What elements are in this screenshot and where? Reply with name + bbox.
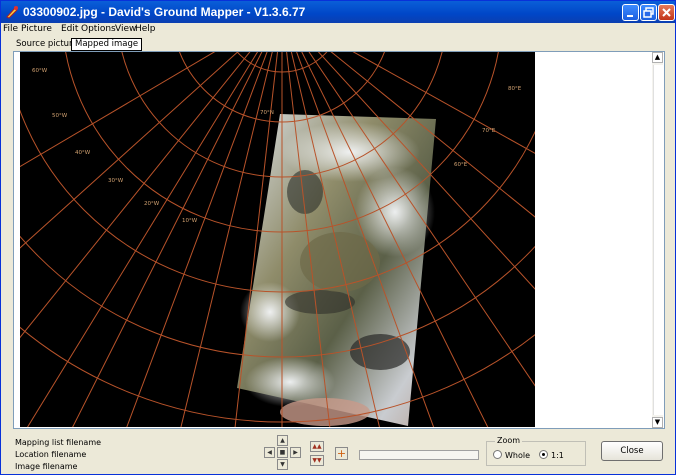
double-down-icon: ▼▼ bbox=[312, 457, 322, 464]
lon-label: 30°W bbox=[108, 178, 124, 184]
menu-file[interactable]: File bbox=[3, 24, 18, 34]
pan-up-button[interactable]: ▲ bbox=[277, 435, 288, 446]
restore-icon bbox=[643, 7, 654, 18]
center-icon: ■ bbox=[279, 449, 286, 456]
radio-selected-icon bbox=[539, 450, 548, 459]
zoom-whole-label: Whole bbox=[505, 451, 531, 460]
minimize-icon bbox=[627, 15, 633, 17]
minimize-button[interactable] bbox=[622, 4, 639, 21]
arrow-up-icon: ▲ bbox=[280, 437, 285, 444]
crosshair-icon: + bbox=[336, 447, 347, 460]
lon-label: 40°W bbox=[75, 150, 91, 156]
close-icon bbox=[662, 8, 671, 17]
pan-center-button[interactable]: ■ bbox=[277, 447, 288, 458]
pan-right-button[interactable]: ▶ bbox=[290, 447, 301, 458]
scroll-thumb[interactable] bbox=[653, 65, 663, 415]
radio-icon bbox=[493, 450, 502, 459]
double-up-icon: ▲▲ bbox=[312, 443, 322, 450]
lon-label: 60°W bbox=[32, 68, 48, 74]
menu-options[interactable]: Options bbox=[81, 24, 116, 34]
menu-edit[interactable]: Edit bbox=[61, 24, 78, 34]
close-window-button[interactable] bbox=[658, 4, 675, 21]
close-button[interactable]: Close bbox=[601, 441, 663, 461]
arrow-right-icon: ▶ bbox=[293, 449, 298, 456]
crosshair-button[interactable]: + bbox=[335, 447, 348, 460]
title-bar[interactable]: 03300902.jpg - David's Ground Mapper - V… bbox=[1, 1, 675, 23]
app-icon bbox=[6, 6, 18, 19]
zoom-group: Zoom Whole 1:1 bbox=[486, 436, 586, 466]
lon-label: 70°E bbox=[482, 128, 496, 134]
app-window: 03300902.jpg - David's Ground Mapper - V… bbox=[0, 0, 676, 475]
lon-label: 20°W bbox=[144, 201, 160, 207]
menu-bar: File Picture Edit Options View Help bbox=[1, 23, 675, 37]
window-title: 03300902.jpg - David's Ground Mapper - V… bbox=[23, 5, 306, 19]
menu-picture[interactable]: Picture bbox=[21, 24, 52, 34]
image-label: Image filename bbox=[15, 462, 78, 471]
move-up-fast-button[interactable]: ▲▲ bbox=[310, 441, 324, 452]
scroll-down-button[interactable]: ▼ bbox=[652, 417, 663, 428]
lon-label: 60°E bbox=[454, 162, 468, 168]
zoom-1to1-label: 1:1 bbox=[551, 451, 564, 460]
menu-help[interactable]: Help bbox=[135, 24, 156, 34]
mapping-list-label: Mapping list filename bbox=[15, 438, 102, 447]
maximize-button[interactable] bbox=[640, 4, 657, 21]
pan-down-button[interactable]: ▼ bbox=[277, 459, 288, 470]
tab-mapped-image[interactable]: Mapped image bbox=[71, 38, 143, 51]
arrow-down-icon: ▼ bbox=[280, 461, 285, 468]
lon-label: 50°W bbox=[52, 113, 68, 119]
progress-bar bbox=[359, 450, 479, 460]
lon-label: 80°E bbox=[508, 86, 522, 92]
zoom-1to1-radio[interactable]: 1:1 bbox=[539, 450, 564, 460]
mapped-image-viewport[interactable]: 60°W 50°W 40°W 30°W 20°W 10°W 80°E 70°E … bbox=[20, 52, 535, 427]
pan-left-button[interactable]: ◀ bbox=[264, 447, 275, 458]
lon-label: 10°W bbox=[182, 218, 198, 224]
vertical-scrollbar[interactable]: ▲ ▼ bbox=[652, 52, 663, 428]
location-label: Location filename bbox=[15, 450, 87, 459]
scroll-up-button[interactable]: ▲ bbox=[652, 52, 663, 63]
arrow-left-icon: ◀ bbox=[267, 449, 272, 456]
move-down-fast-button[interactable]: ▼▼ bbox=[310, 455, 324, 466]
zoom-title: Zoom bbox=[495, 436, 523, 445]
zoom-whole-radio[interactable]: Whole bbox=[493, 450, 530, 460]
map-graticule: 60°W 50°W 40°W 30°W 20°W 10°W 80°E 70°E … bbox=[20, 52, 535, 427]
lat-label: 70°N bbox=[260, 110, 274, 116]
menu-view[interactable]: View bbox=[115, 24, 136, 34]
